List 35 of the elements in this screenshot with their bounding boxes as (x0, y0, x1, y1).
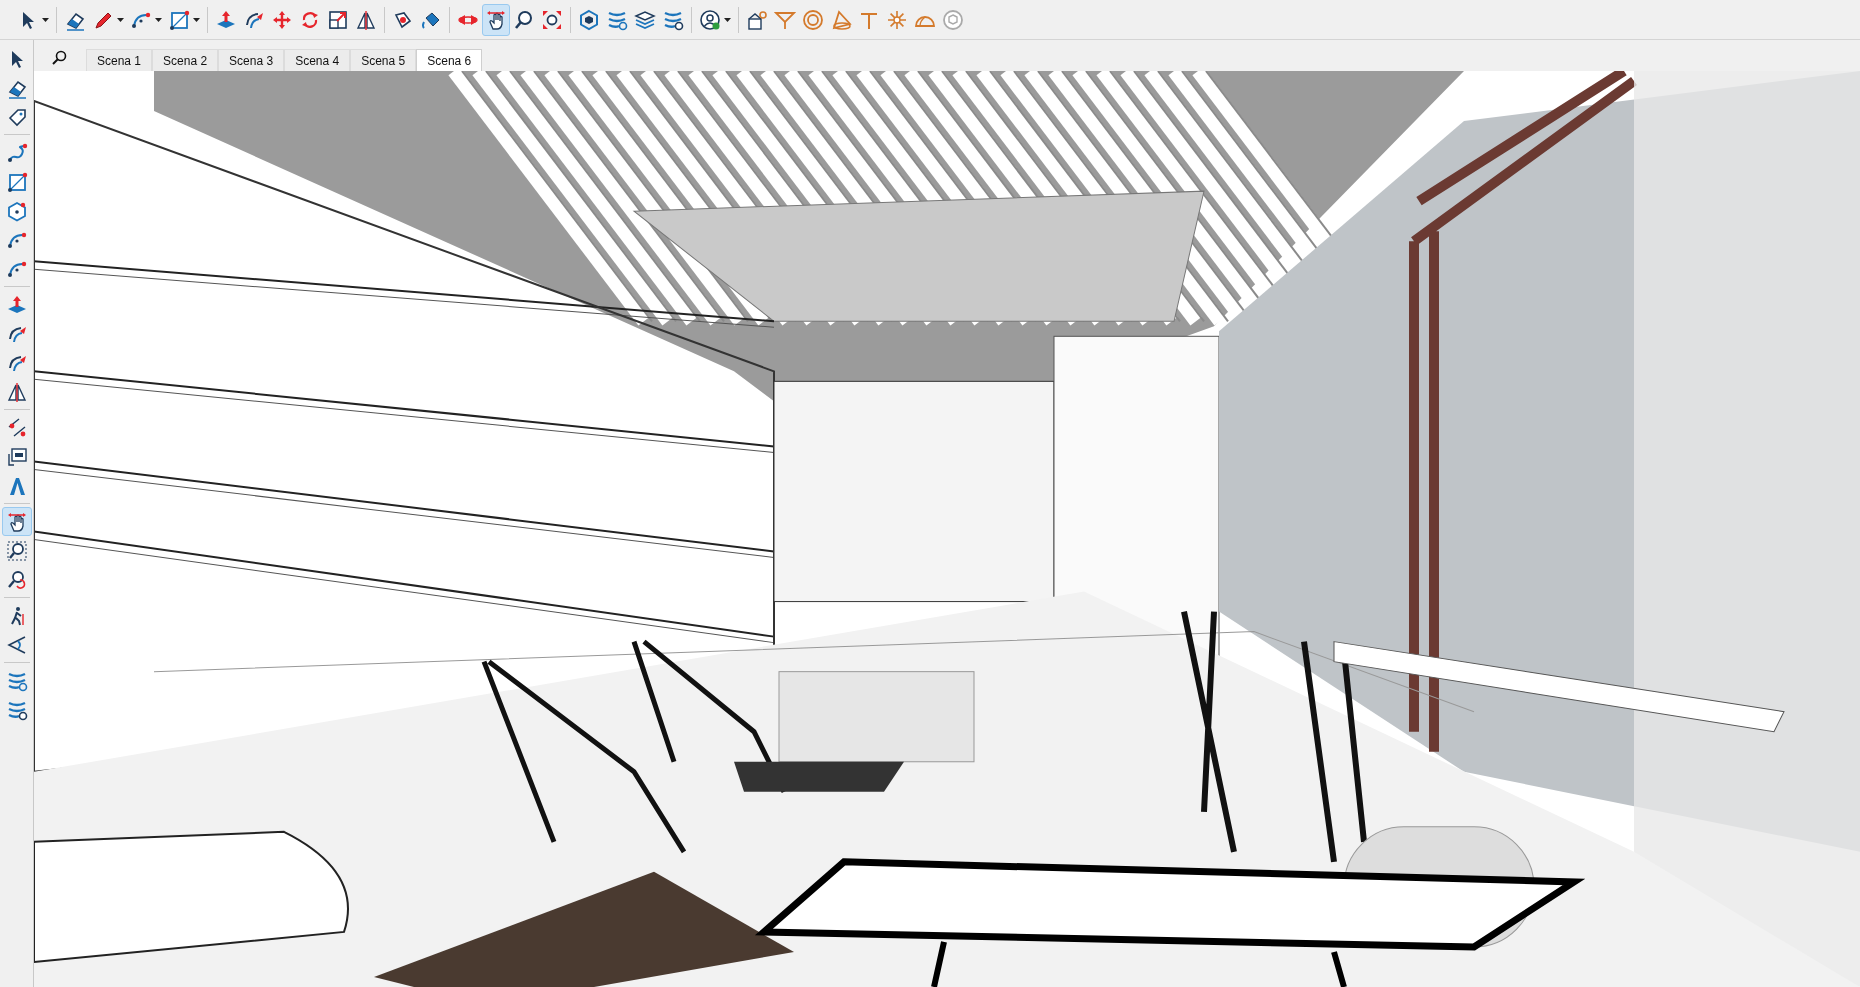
magnifier-icon (513, 8, 535, 31)
tool-button[interactable] (1, 507, 32, 536)
magnifier-frame-icon (5, 539, 28, 562)
magnifier-undo-icon (5, 568, 28, 591)
person-circle-icon (699, 8, 721, 31)
cube-circle-icon (942, 8, 964, 31)
layers-icon (634, 8, 656, 31)
scale-box-icon (327, 8, 349, 31)
magnifier-arrows-icon (541, 8, 563, 31)
squiggle-icon (5, 141, 28, 164)
hand-icon (485, 8, 507, 31)
scene-tab[interactable]: Scena 1 (86, 48, 153, 71)
starburst-icon (886, 8, 908, 31)
caret-icon (117, 17, 124, 22)
eye-triangle-icon (5, 633, 28, 656)
caret-icon (724, 17, 731, 22)
cone-icon (830, 8, 852, 31)
scene-tab[interactable]: Scena 2 (152, 48, 219, 71)
caret-icon (42, 17, 49, 22)
hexagon-icon (5, 199, 28, 222)
scene-tab[interactable]: Scena 3 (218, 48, 285, 71)
text-label-icon (5, 445, 28, 468)
tool-button[interactable] (482, 3, 510, 36)
search-icon (51, 50, 67, 66)
caret-icon (155, 17, 162, 22)
concentric-circles-icon (802, 8, 824, 31)
scene-tab[interactable]: Scena 4 (284, 48, 351, 71)
scene-tab[interactable]: Scena 5 (350, 48, 417, 71)
rectangle-icon (168, 8, 190, 31)
hexagon-cube-icon (578, 8, 600, 31)
house-sun-icon (746, 8, 768, 31)
triangles-icon (355, 8, 377, 31)
triangles-icon (5, 380, 28, 403)
caret-icon (193, 17, 200, 22)
scene-tab[interactable]: Scena 6 (416, 48, 483, 71)
